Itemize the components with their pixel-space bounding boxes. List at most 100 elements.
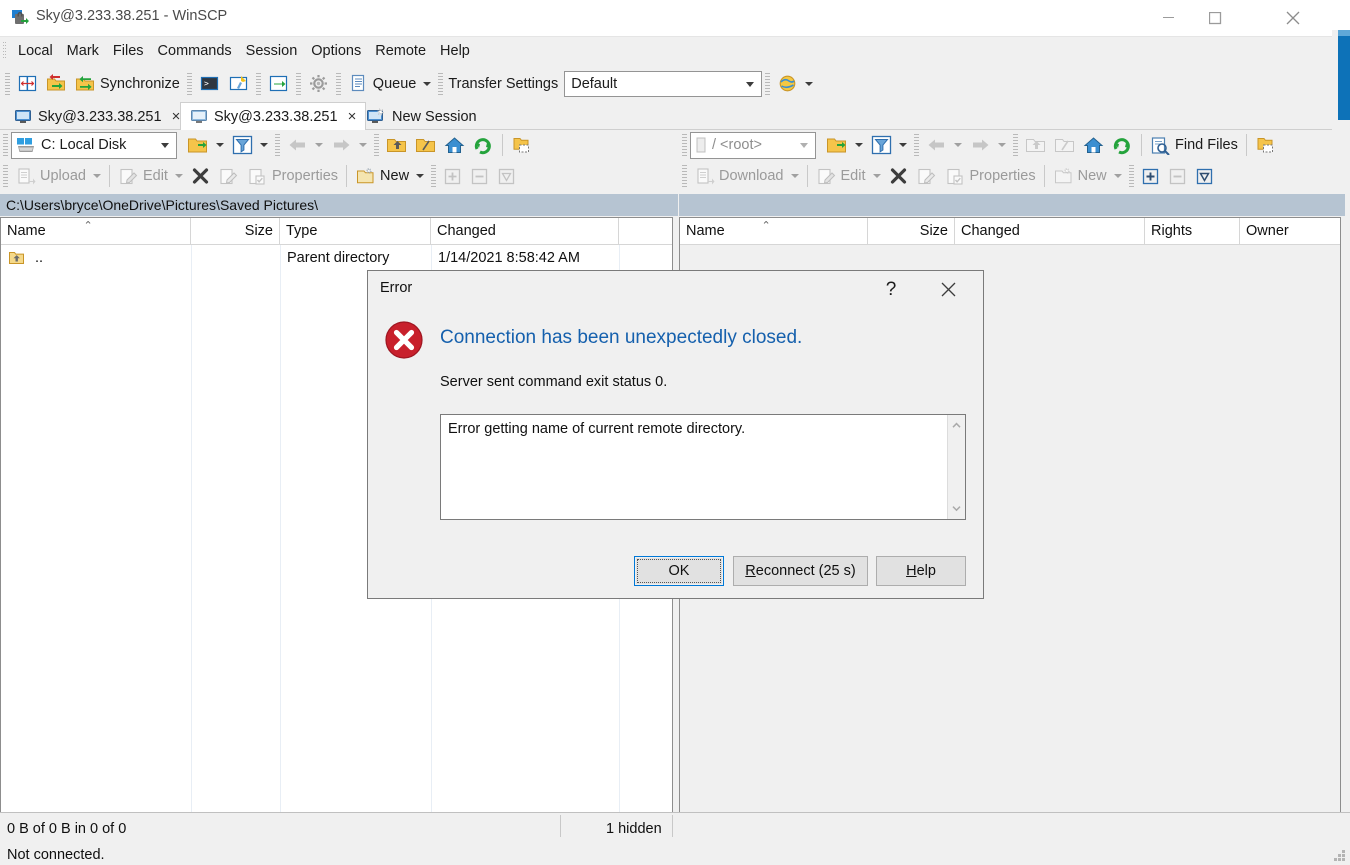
right-toolbar-grip-2[interactable] xyxy=(914,134,919,156)
remote-column-changed[interactable]: Changed xyxy=(955,218,1145,244)
session-tab-1[interactable]: Sky@3.233.38.251 × xyxy=(4,102,190,131)
forward-button[interactable] xyxy=(327,130,371,160)
rename-button[interactable] xyxy=(214,161,243,191)
session-tab-2[interactable]: Sky@3.233.38.251 × xyxy=(180,102,366,131)
chevron-down-icon[interactable] xyxy=(416,174,424,178)
putty-button[interactable] xyxy=(224,69,253,99)
toolbar-grip-5[interactable] xyxy=(336,73,341,95)
toolbar-grip-6[interactable] xyxy=(438,73,443,95)
menu-grip[interactable] xyxy=(3,42,7,59)
open-session-in-putty-button[interactable] xyxy=(264,69,293,99)
close-button[interactable] xyxy=(1270,0,1316,36)
error-details-scrollbar[interactable] xyxy=(947,415,965,519)
local-drive-combo[interactable]: C: Local Disk xyxy=(11,132,177,159)
synchronize-button[interactable]: Synchronize xyxy=(71,69,184,99)
refresh-button[interactable] xyxy=(469,130,498,160)
menu-item-options[interactable]: Options xyxy=(304,41,368,61)
home-directory-button[interactable] xyxy=(440,130,469,160)
error-details-textarea[interactable]: Error getting name of current remote dir… xyxy=(440,414,966,520)
local-path-bar[interactable]: C:\Users\bryce\OneDrive\Pictures\Saved P… xyxy=(0,194,678,216)
remote-root-directory-button[interactable] xyxy=(1050,130,1079,160)
remote-bookmarks-dropdown-button[interactable] xyxy=(1191,161,1218,191)
remote-select-files-button[interactable] xyxy=(1251,130,1280,160)
remote-home-directory-button[interactable] xyxy=(1079,130,1108,160)
left-toolbar-grip-3[interactable] xyxy=(374,134,379,156)
session-tab-1-close-icon[interactable]: × xyxy=(172,108,181,125)
remote-column-name[interactable]: Name ⌃ xyxy=(680,218,868,244)
remote-open-directory-button[interactable] xyxy=(822,130,867,160)
right-toolbar-grip-3[interactable] xyxy=(1013,134,1018,156)
right-toolbar-grip[interactable] xyxy=(682,134,687,156)
remote-parent-directory-button[interactable] xyxy=(1021,130,1050,160)
local-column-changed[interactable]: Changed xyxy=(431,218,619,244)
parent-directory-button[interactable] xyxy=(382,130,411,160)
table-row[interactable]: .. Parent directory 1/14/2021 8:58:42 AM xyxy=(1,245,672,270)
chevron-down-icon[interactable] xyxy=(998,143,1006,147)
remote-path-bar[interactable] xyxy=(679,194,1345,216)
delete-button[interactable] xyxy=(187,161,214,191)
toolbar-grip-4[interactable] xyxy=(296,73,301,95)
help-icon[interactable]: ? xyxy=(871,271,911,308)
chevron-down-icon[interactable] xyxy=(216,143,224,147)
help-button[interactable]: Help xyxy=(876,556,966,586)
reconnect-button[interactable]: Reconnect (25 s) xyxy=(733,556,868,586)
back-button[interactable] xyxy=(283,130,327,160)
filter-button[interactable] xyxy=(228,130,272,160)
left-toolbar-grip[interactable] xyxy=(3,134,8,156)
remote-add-bookmark-button[interactable] xyxy=(1137,161,1164,191)
session-options-button[interactable] xyxy=(773,69,817,99)
chevron-down-icon[interactable] xyxy=(746,82,754,87)
find-files-button[interactable]: Find Files xyxy=(1146,130,1242,160)
transfer-settings-combo[interactable]: Default xyxy=(564,71,762,97)
remote-filter-button[interactable] xyxy=(867,130,911,160)
menu-item-mark[interactable]: Mark xyxy=(60,41,106,61)
chevron-down-icon[interactable] xyxy=(954,143,962,147)
local-column-size[interactable]: Size xyxy=(191,218,280,244)
menu-item-help[interactable]: Help xyxy=(433,41,477,61)
toolbar-grip-2[interactable] xyxy=(187,73,192,95)
remote-edit-button[interactable]: Edit xyxy=(812,161,885,191)
remove-bookmark-button[interactable] xyxy=(466,161,493,191)
remote-column-owner[interactable]: Owner xyxy=(1240,218,1338,244)
download-button[interactable]: Download xyxy=(690,161,803,191)
synchronize-icon-button[interactable] xyxy=(42,69,71,99)
ok-button[interactable]: OK xyxy=(634,556,724,586)
left-actions-grip-2[interactable] xyxy=(431,165,436,187)
open-directory-button[interactable] xyxy=(183,130,228,160)
chevron-down-icon[interactable] xyxy=(260,143,268,147)
add-bookmark-button[interactable] xyxy=(439,161,466,191)
left-actions-grip[interactable] xyxy=(3,165,8,187)
chevron-down-icon[interactable] xyxy=(359,143,367,147)
scroll-down-icon[interactable] xyxy=(948,500,965,517)
bookmarks-dropdown-button[interactable] xyxy=(493,161,520,191)
remote-column-rights[interactable]: Rights xyxy=(1145,218,1240,244)
menu-item-remote[interactable]: Remote xyxy=(368,41,433,61)
menu-item-files[interactable]: Files xyxy=(106,41,151,61)
local-column-name[interactable]: Name ⌃ xyxy=(1,218,191,244)
chevron-down-icon[interactable] xyxy=(800,143,808,148)
console-button[interactable]: > xyxy=(195,69,224,99)
chevron-down-icon[interactable] xyxy=(161,143,169,148)
synchronize-browsing-button[interactable] xyxy=(13,69,42,99)
remote-forward-button[interactable] xyxy=(966,130,1010,160)
minimize-button[interactable] xyxy=(1146,0,1192,36)
menu-item-local[interactable]: Local xyxy=(11,41,60,61)
error-dialog-close-button[interactable] xyxy=(925,271,971,308)
chevron-down-icon[interactable] xyxy=(805,82,813,86)
remote-path-combo[interactable]: / <root> xyxy=(690,132,816,159)
chevron-down-icon[interactable] xyxy=(315,143,323,147)
chevron-down-icon[interactable] xyxy=(791,174,799,178)
right-actions-grip-2[interactable] xyxy=(1129,165,1134,187)
remote-back-button[interactable] xyxy=(922,130,966,160)
remote-refresh-button[interactable] xyxy=(1108,130,1137,160)
local-column-attr[interactable] xyxy=(619,218,670,244)
local-column-type[interactable]: Type xyxy=(280,218,431,244)
chevron-down-icon[interactable] xyxy=(855,143,863,147)
chevron-down-icon[interactable] xyxy=(175,174,183,178)
session-tab-2-close-icon[interactable]: × xyxy=(348,108,357,125)
preferences-gear-button[interactable] xyxy=(304,69,333,99)
new-button[interactable]: New xyxy=(351,161,428,191)
chevron-down-icon[interactable] xyxy=(93,174,101,178)
toolbar-grip-7[interactable] xyxy=(765,73,770,95)
chevron-down-icon[interactable] xyxy=(1114,174,1122,178)
